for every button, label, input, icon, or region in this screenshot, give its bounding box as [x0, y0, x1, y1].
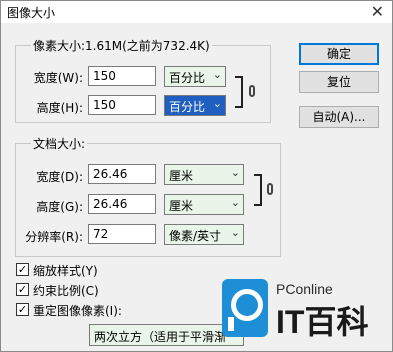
- chain-link-icon: [267, 183, 273, 195]
- doc-width-label: 宽度(D):: [36, 170, 83, 184]
- auto-button[interactable]: 自动(A)...: [299, 106, 379, 128]
- pixel-width-field[interactable]: 150: [88, 66, 156, 86]
- reset-button[interactable]: 复位: [299, 71, 379, 93]
- doc-width-field[interactable]: 26.46: [88, 164, 156, 184]
- resolution-field[interactable]: 72: [88, 224, 156, 244]
- ok-button[interactable]: 确定: [299, 43, 379, 65]
- resample-label: 重定图像像素(I):: [33, 304, 122, 318]
- doc-link-bracket: [254, 174, 262, 206]
- chevron-down-icon: ⌄: [212, 68, 222, 81]
- pixel-height-field[interactable]: 150: [88, 95, 156, 115]
- scale-styles-checkbox[interactable]: ✓: [16, 263, 29, 276]
- doc-height-unit-value: 厘米: [169, 199, 194, 213]
- pixel-height-unit-value: 百分比: [169, 100, 206, 114]
- doc-height-label: 高度(G):: [36, 200, 83, 214]
- pixel-width-unit-select[interactable]: 百分比 ⌄: [164, 66, 226, 87]
- watermark-small-text: PConline: [276, 281, 333, 297]
- pconline-watermark: PConline IT百科: [222, 277, 372, 347]
- watermark-large-text: IT百科: [276, 304, 369, 340]
- resolution-label: 分辨率(R):: [25, 230, 83, 244]
- title-bar: 图像大小 ✕: [1, 1, 392, 23]
- chevron-down-icon: ⌄: [212, 97, 222, 110]
- doc-height-field[interactable]: 26.46: [88, 194, 156, 214]
- dialog-title: 图像大小: [7, 6, 56, 20]
- pixel-link-bracket: [235, 76, 243, 108]
- resample-checkbox[interactable]: ✓: [16, 303, 29, 316]
- chain-link-icon: [249, 85, 255, 97]
- image-size-dialog: 图像大小 ✕ 像素大小:1.61M(之前为732.4K) 宽度(W): 150 …: [0, 0, 393, 352]
- pixel-width-unit-value: 百分比: [169, 71, 206, 85]
- resolution-unit-value: 像素/英寸: [169, 229, 222, 243]
- close-icon[interactable]: ✕: [371, 2, 384, 21]
- doc-width-unit-value: 厘米: [169, 169, 194, 183]
- constrain-proportions-label: 约束比例(C): [33, 284, 99, 298]
- doc-height-unit-select[interactable]: 厘米 ⌄: [164, 194, 244, 215]
- pixel-height-unit-select[interactable]: 百分比 ⌄: [164, 95, 226, 116]
- chevron-down-icon: ⌄: [230, 196, 240, 209]
- pixel-height-label: 高度(H):: [36, 101, 83, 115]
- resample-method-select[interactable]: 两次立方（适用于平滑渐: [89, 324, 244, 346]
- pixel-width-label: 宽度(W):: [33, 71, 83, 85]
- resolution-unit-select[interactable]: 像素/英寸 ⌄: [164, 224, 244, 245]
- document-size-legend: 文档大小:: [31, 135, 88, 152]
- pconline-logo-icon: [222, 279, 268, 337]
- chevron-down-icon: ⌄: [230, 226, 240, 239]
- chevron-down-icon: ⌄: [230, 166, 240, 179]
- constrain-proportions-checkbox[interactable]: ✓: [16, 283, 29, 296]
- scale-styles-label: 缩放样式(Y): [33, 264, 98, 278]
- pixel-dimensions-legend: 像素大小:1.61M(之前为732.4K): [31, 37, 212, 54]
- doc-width-unit-select[interactable]: 厘米 ⌄: [164, 164, 244, 185]
